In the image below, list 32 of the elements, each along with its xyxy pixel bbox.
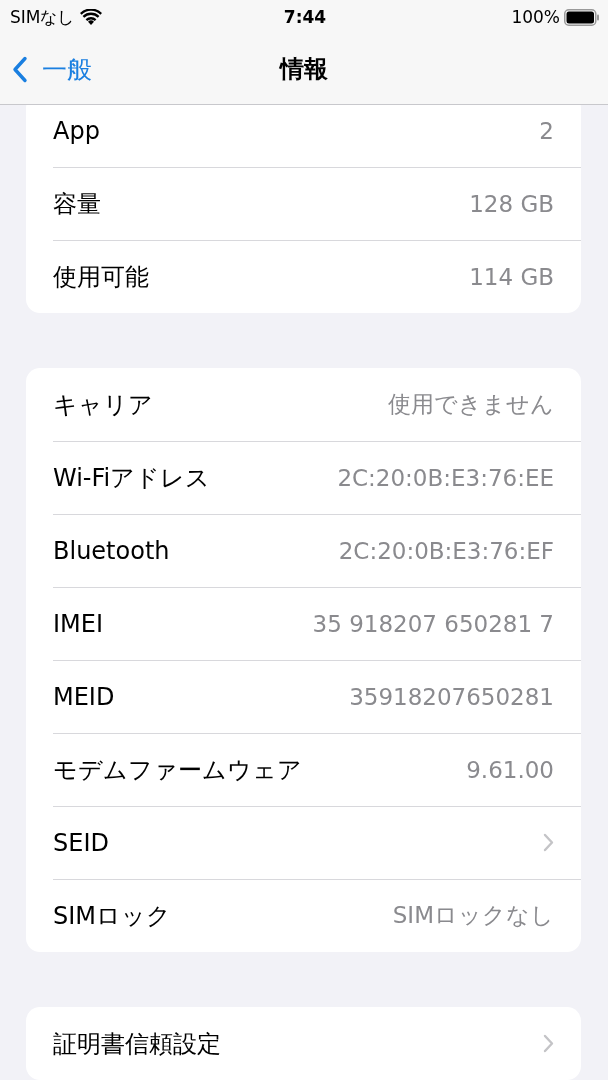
row-value: 使用できません: [388, 390, 554, 419]
row-label: キャリア: [53, 389, 153, 421]
row-value: 2C:20:0B:E3:76:EF: [338, 537, 554, 564]
row-label: モデムファームウェア: [53, 754, 302, 786]
settings-link-row[interactable]: SEID: [26, 806, 581, 879]
row-value: 2C:20:0B:E3:76:EE: [337, 464, 554, 491]
row-label: MEID: [53, 682, 115, 711]
row-label: 使用可能: [53, 261, 149, 293]
row-label: App: [53, 116, 100, 145]
wifi-icon: [80, 9, 103, 25]
row-value: 35918207650281: [349, 683, 554, 710]
row-label: Bluetooth: [53, 536, 170, 565]
row-value: 35 918207 650281 7: [312, 610, 554, 637]
settings-link-row[interactable]: 証明書信頼設定: [26, 1007, 581, 1080]
row-label: 容量: [53, 188, 101, 220]
battery-percent: 100%: [511, 7, 560, 27]
row-label: IMEI: [53, 609, 104, 638]
row-value: 2: [539, 117, 554, 144]
carrier-text: SIMなし: [10, 5, 75, 29]
row-label: SIMロック: [53, 900, 172, 932]
chevron-right-icon: [543, 1034, 554, 1053]
row-value: 9.61.00: [466, 756, 554, 783]
row-value: SIMロックなし: [392, 901, 554, 930]
chevron-left-icon: [12, 55, 28, 83]
clock-text: 7:44: [283, 7, 327, 27]
row-value: 114 GB: [469, 263, 554, 290]
chevron-right-icon: [543, 833, 554, 852]
back-button[interactable]: 一般: [12, 52, 92, 86]
screen-title: 情報: [280, 54, 328, 85]
row-label: Wi-Fiアドレス: [53, 462, 211, 494]
row-value: 128 GB: [469, 190, 554, 217]
battery-icon: [564, 8, 600, 26]
